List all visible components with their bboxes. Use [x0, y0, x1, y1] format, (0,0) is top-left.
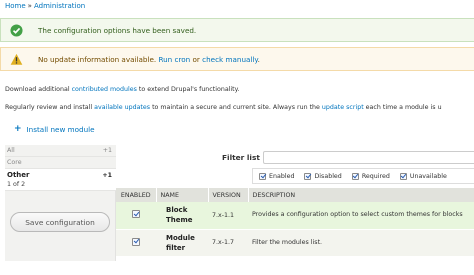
tab-other-label: Other — [7, 171, 30, 179]
tab-core[interactable]: Core — [5, 157, 116, 169]
warning-icon — [10, 53, 23, 65]
module-name: Module filter — [156, 229, 208, 256]
module-description: Filter the modules list. — [248, 229, 474, 256]
install-new-module-label: Install new module — [26, 124, 95, 134]
table-row: Module filter 7.x-1.7 Filter the modules … — [116, 229, 474, 256]
module-name: Block Theme — [156, 202, 208, 230]
table-row: Block Theme 7.x-1.1 Provides a configurat… — [116, 202, 474, 230]
breadcrumb-home-link[interactable]: Home — [5, 2, 26, 10]
save-configuration-button[interactable]: Save configuration — [10, 212, 110, 232]
column-header-enabled: ENABLED — [116, 188, 157, 202]
status-message-text: The configuration options have been save… — [38, 26, 197, 35]
tab-other-count: +1 — [102, 172, 112, 179]
checkbox-checked-icon — [304, 172, 312, 180]
tab-core-label: Core — [7, 159, 22, 166]
filter-disabled-checkbox[interactable]: Disabled — [304, 172, 342, 180]
breadcrumb-separator: » — [27, 2, 32, 10]
tab-all-count: +1 — [102, 147, 112, 154]
module-description: Provides a configuration option to selec… — [248, 202, 474, 230]
enabled-cell — [116, 229, 156, 256]
column-header-description: DESCRIPTION — [248, 188, 474, 202]
help-text-contributed: Download additional contributed modules … — [5, 86, 240, 93]
breadcrumb-administration-link[interactable]: Administration — [34, 2, 85, 10]
filter-required-checkbox[interactable]: Required — [351, 172, 390, 180]
check-manually-link[interactable]: check manually — [202, 55, 257, 64]
module-filter-enabled-checkbox[interactable] — [132, 237, 140, 246]
plus-icon: + — [14, 124, 22, 134]
module-version: 7.x-1.7 — [208, 229, 248, 256]
block-theme-enabled-checkbox[interactable] — [132, 210, 140, 219]
enabled-cell — [116, 202, 156, 230]
install-new-module-link[interactable]: + Install new module — [14, 124, 95, 134]
update-script-link[interactable]: update script — [322, 104, 364, 111]
filter-unavailable-checkbox[interactable]: Unavailable — [399, 172, 447, 180]
checkbox-checked-icon — [259, 172, 266, 180]
modules-table: ENABLED NAME VERSION DESCRIPTION Block Th… — [116, 188, 474, 256]
checkbox-checked-icon — [399, 172, 407, 180]
breadcrumb: Home» Administration — [5, 2, 85, 10]
check-circle-icon — [10, 24, 23, 37]
tab-other-subcount: 1 of 2 — [7, 181, 26, 188]
checkbox-checked-icon — [351, 172, 359, 180]
module-category-tabs: All +1 Core Other 1 of 2 +1 — [5, 145, 116, 261]
available-updates-link[interactable]: available updates — [94, 104, 150, 111]
help-text-updates: Regularly review and install available u… — [5, 104, 442, 111]
filter-enabled-checkbox[interactable]: Enabled — [259, 172, 294, 180]
contributed-modules-link[interactable]: contributed modules — [72, 86, 137, 93]
filter-status-checkboxes: Enabled Disabled Required Unavailable — [252, 168, 474, 184]
module-version: 7.x-1.1 — [208, 202, 248, 230]
filter-list-label: Filter list — [222, 153, 260, 162]
tab-other[interactable]: Other 1 of 2 +1 — [5, 169, 116, 191]
warning-message-text: No update information available. Run cro… — [38, 55, 260, 64]
run-cron-link[interactable]: Run cron — [158, 55, 190, 64]
warning-message: No update information available. Run cro… — [0, 47, 474, 71]
column-header-name[interactable]: NAME — [156, 188, 209, 202]
column-header-version: VERSION — [208, 188, 249, 202]
tab-all-label: All — [7, 147, 15, 154]
tab-all[interactable]: All +1 — [5, 145, 116, 157]
status-message: The configuration options have been save… — [0, 18, 474, 42]
filter-list-input[interactable] — [263, 151, 474, 164]
table-header-row: ENABLED NAME VERSION DESCRIPTION — [116, 188, 474, 202]
